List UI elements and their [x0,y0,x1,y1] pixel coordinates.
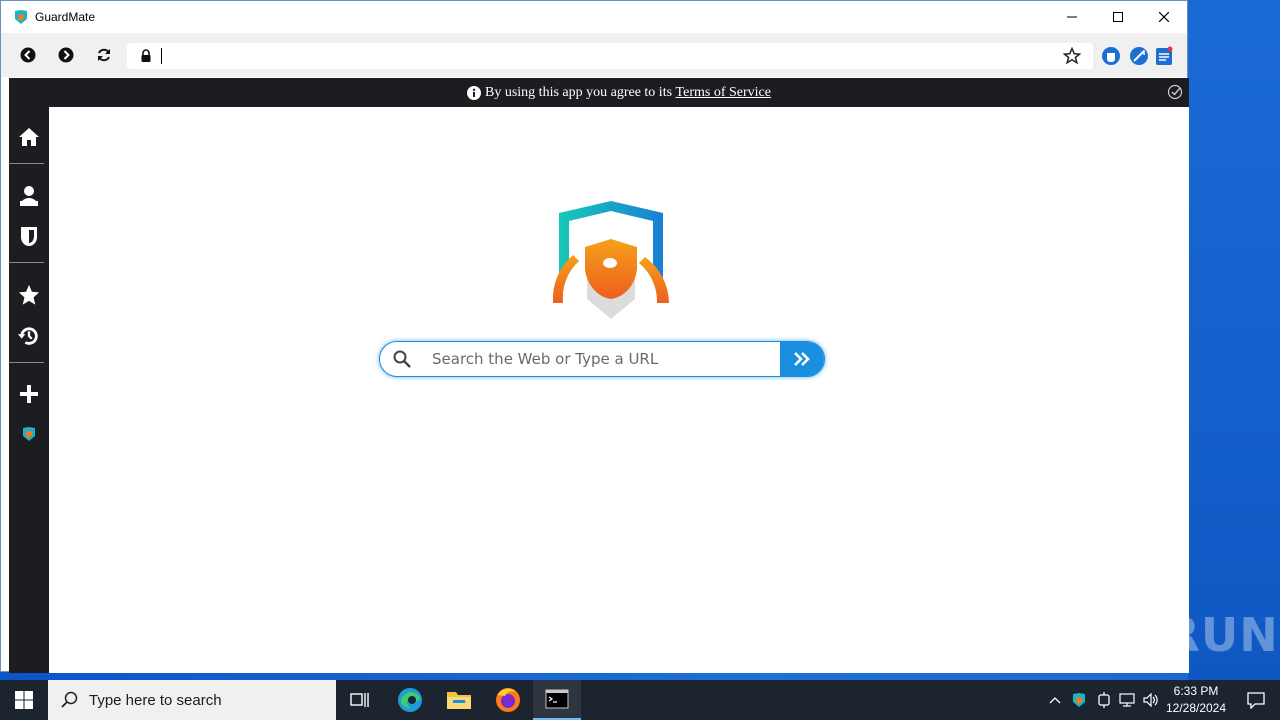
folder-icon [447,692,471,709]
dismiss-check-icon[interactable] [1167,84,1183,100]
window-title: GuardMate [35,10,96,24]
address-caret [161,48,162,64]
chevron-up-icon [1049,697,1061,704]
volume-icon [1143,693,1158,707]
sidebar-item-favorites[interactable] [9,277,49,313]
tray-guardmate[interactable] [1068,680,1090,720]
search-icon [380,350,424,368]
reload-button[interactable] [85,40,123,70]
lock-icon [141,49,151,62]
minimize-icon [1067,16,1077,18]
taskbar-clock[interactable]: 6:33 PM 12/28/2024 [1160,683,1232,717]
forward-button[interactable] [47,40,85,70]
taskbar-search-box[interactable]: Type here to search [48,680,336,720]
sidebar-divider [9,163,44,164]
search-input[interactable] [424,344,769,374]
search-box [379,341,825,377]
taskbar-edge[interactable] [386,680,434,720]
watermark: ANY RUN [1037,608,1279,662]
task-view-button[interactable] [336,680,384,720]
terms-notice-bar: By using this app you agree to its Terms… [49,78,1189,107]
plus-icon [20,385,38,403]
guardmate-logo [552,201,669,319]
extension-notes-icon[interactable] [1154,46,1174,66]
tray-volume[interactable] [1140,680,1162,720]
taskbar-firefox[interactable] [484,680,532,720]
taskbar-file-explorer[interactable] [435,680,483,720]
sidebar-item-guardmate[interactable] [9,416,49,452]
device-icon [1098,692,1110,708]
close-icon [1159,12,1169,22]
search-icon [61,691,78,708]
sidebar-item-account[interactable] [9,178,49,214]
guardmate-tray-icon [1073,693,1085,707]
search-submit-button[interactable] [780,342,824,376]
back-button[interactable] [9,40,47,70]
star-icon [18,284,40,305]
sidebar-item-security[interactable] [9,218,49,254]
close-button[interactable] [1141,1,1187,33]
minimize-button[interactable] [1049,1,1095,33]
edge-browser-icon [398,688,422,712]
sidebar-item-add[interactable] [9,376,49,412]
sidebar-divider [9,362,44,363]
double-chevron-right-icon [794,352,810,366]
firefox-icon [496,688,520,712]
user-icon [20,186,38,206]
info-icon [467,85,481,100]
title-bar[interactable]: GuardMate [1,1,1187,33]
notification-icon [1247,692,1265,709]
guardmate-app-icon [23,427,35,441]
terminal-icon [545,689,569,709]
clock-time: 6:33 PM [1173,684,1219,698]
taskbar-terminal[interactable] [533,680,581,720]
new-tab-page [49,107,1189,673]
bookmark-star-icon[interactable] [1063,47,1081,65]
terms-of-service-link[interactable]: Terms of Service [676,85,771,101]
history-icon [18,327,38,345]
shield-icon [20,227,38,247]
home-icon [19,128,39,146]
forward-arrow-icon [58,47,74,63]
maximize-button[interactable] [1095,1,1141,33]
maximize-icon [1113,12,1123,22]
notice-text: By using this app you agree to its [485,84,673,100]
show-hidden-icons-button[interactable] [1045,680,1065,720]
back-arrow-icon [20,47,36,63]
sidebar-divider [9,262,44,263]
reload-icon [98,48,110,62]
browser-window: GuardMate By using this app you agree to… [0,0,1189,673]
taskbar: Type here to search 6:33 PM 12/28/2024 [0,680,1280,720]
sidebar-item-history[interactable] [9,318,49,354]
address-bar[interactable] [127,43,1093,69]
tray-device[interactable] [1093,680,1115,720]
clock-date: 12/28/2024 [1165,701,1227,715]
windows-logo-icon [15,691,33,709]
network-icon [1119,693,1135,707]
guardmate-logo-icon [15,10,27,24]
start-button[interactable] [0,680,48,720]
sidebar [9,78,49,673]
taskbar-search-placeholder: Type here to search [89,691,222,709]
action-center-button[interactable] [1236,680,1276,720]
desktop-background-right [1188,0,1280,680]
sidebar-item-home[interactable] [9,119,49,155]
extension-hand-icon[interactable] [1101,46,1121,66]
extension-compass-icon[interactable] [1129,46,1149,66]
tray-network[interactable] [1116,680,1138,720]
task-view-icon [350,693,369,707]
